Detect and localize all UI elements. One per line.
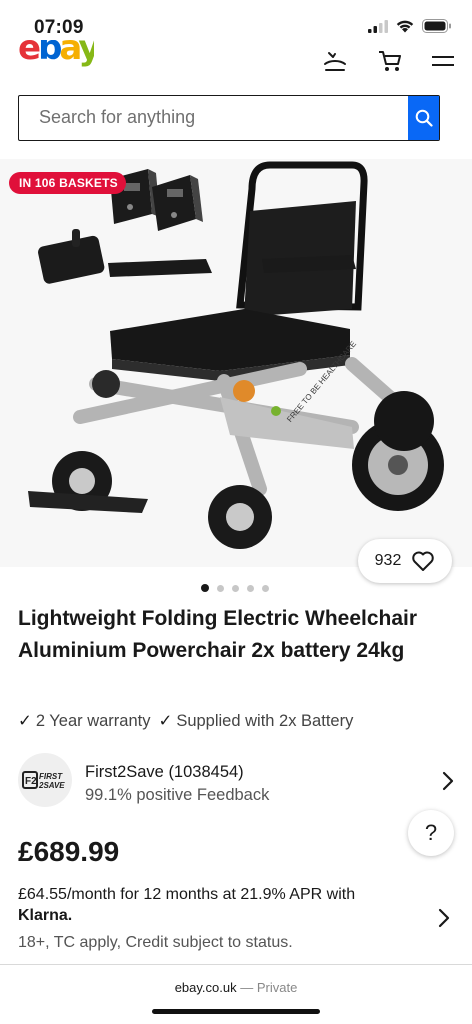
pagination-dot[interactable] [201,584,209,592]
seller-logo: F2 FIRST 2SAVE [22,771,65,790]
status-icons [368,19,452,33]
private-mode-label: Private [256,980,298,995]
chevron-right-icon[interactable] [442,771,454,791]
app-header: ebay [0,40,472,90]
finance-text: £64.55/month for 12 months at 21.9% APR … [18,886,356,903]
cart-icon[interactable] [378,50,402,72]
search-button[interactable] [408,96,439,140]
klarna-label: Klarna. [18,907,73,924]
feature-item: ✓ 2 Year warranty [18,711,150,731]
chevron-right-icon[interactable] [438,908,450,928]
pagination-dot[interactable] [262,584,269,592]
listing-features: ✓ 2 Year warranty ✓ Supplied with 2x Batte… [18,711,353,731]
check-icon: ✓ [18,712,32,730]
watch-button[interactable]: 932 [358,539,452,583]
watch-count: 932 [374,552,402,569]
seller-feedback: 99.1% positive Feedback [85,786,270,804]
item-price: £689.99 [18,836,120,867]
wheelchair-illustration: FREE TO BE HEALTHCARE [28,161,444,549]
browser-toolbar: ebay.co.uk — Private [0,964,472,1024]
search-icon [415,109,433,127]
search-bar[interactable]: Search for anything [18,95,440,141]
menu-icon[interactable] [432,53,454,69]
status-time: 07:09 [34,17,84,38]
ebay-logo-text: ebay [18,40,94,68]
baskets-badge: IN 106 BASKETS [9,172,126,194]
wifi-icon [396,20,414,33]
help-button[interactable]: ? [408,810,454,856]
seller-avatar: F2 FIRST 2SAVE [18,753,72,807]
pagination-dot[interactable] [247,584,254,592]
feature-item: ✓ Supplied with 2x Battery [158,711,353,731]
seller-row[interactable]: F2 FIRST 2SAVE First2Save (1038454) 99.1… [18,753,458,809]
url-domain: ebay.co.uk [174,980,237,995]
signal-icon [368,19,388,33]
finance-note: 18+, TC apply, Credit subject to status. [18,934,293,951]
search-input[interactable]: Search for anything [19,96,408,140]
image-pagination [201,584,269,592]
svg-text:F2: F2 [25,776,37,787]
feature-label: 2 Year warranty [35,712,151,730]
finance-offer[interactable]: £64.55/month for 12 months at 21.9% APR … [18,884,378,926]
pagination-dot[interactable] [232,584,239,592]
header-actions [322,50,454,72]
seller-logo-text-2: 2SAVE [38,781,65,790]
check-icon: ✓ [158,712,173,730]
home-indicator[interactable] [152,1009,320,1014]
listing-title: Lightweight Folding Electric Wheelchair … [18,607,418,662]
feature-label: Supplied with 2x Battery [176,712,354,730]
url-separator: — [236,980,257,995]
battery-icon [422,19,451,33]
seller-logo-text-1: FIRST [39,772,63,781]
heart-icon [412,551,435,571]
ebay-logo[interactable]: ebay [18,40,94,72]
seller-name[interactable]: First2Save (1038454) [85,763,244,782]
sign-in-icon[interactable] [322,50,348,72]
address-bar[interactable]: ebay.co.uk — Private [0,980,472,995]
pagination-dot[interactable] [217,584,224,592]
product-image[interactable]: FREE TO BE HEALTHCARE IN 106 BASKETS [0,159,472,567]
